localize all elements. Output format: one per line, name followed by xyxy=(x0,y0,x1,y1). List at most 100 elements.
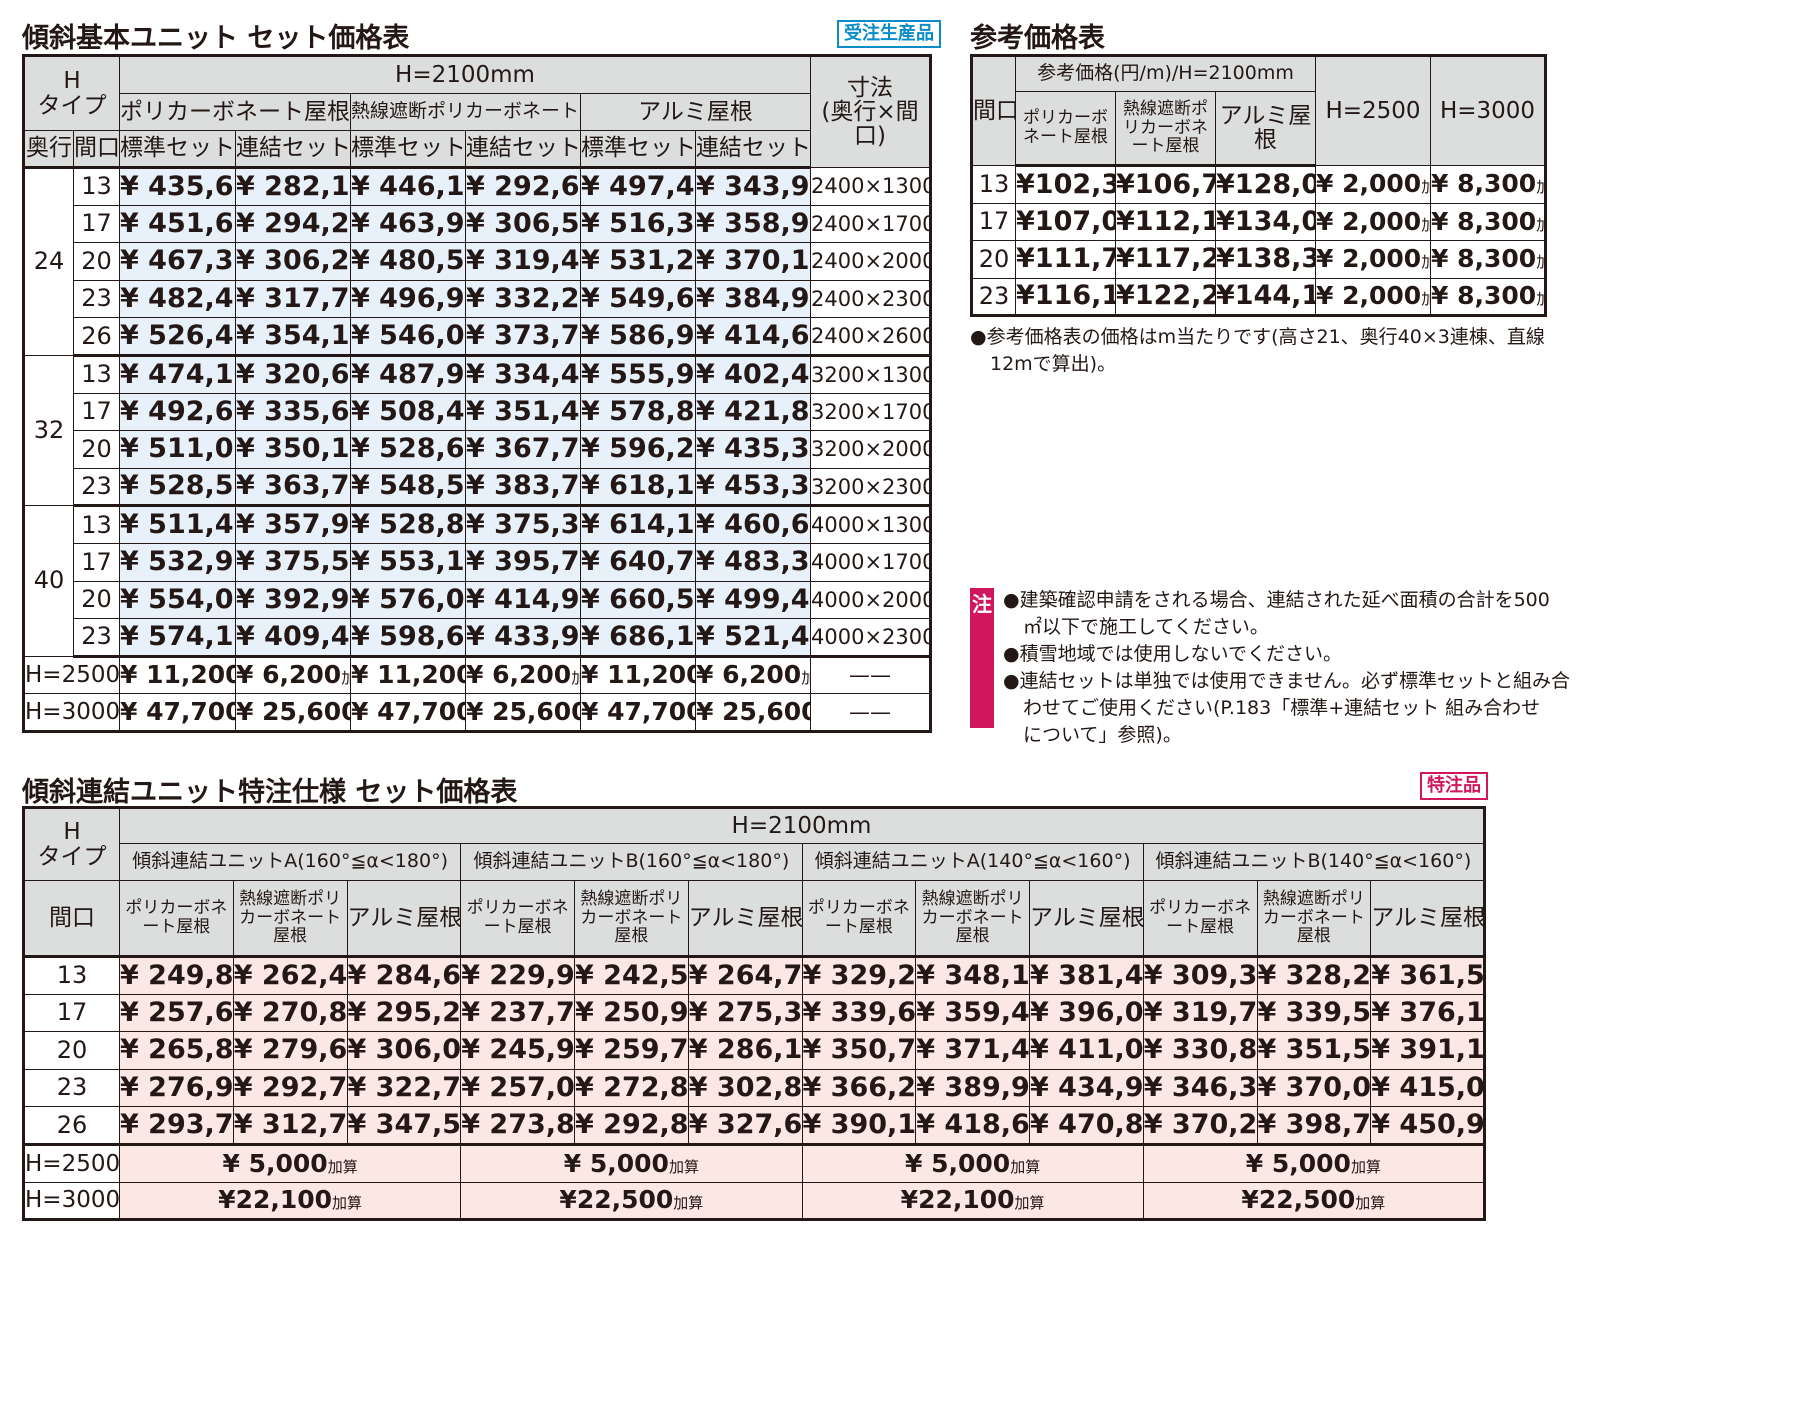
surcharge-cell: ¥ 47,700加算 xyxy=(350,693,466,732)
price-cell: ¥128,000 xyxy=(1215,165,1316,204)
width-cell: 17 xyxy=(23,993,120,1033)
price-cell: ¥ 528,600 xyxy=(350,430,466,469)
add-suffix: 加算 xyxy=(1010,1157,1041,1176)
price-cell: ¥ 265,800 xyxy=(119,1031,234,1070)
surcharge-cell: ¥ 2,000加算 xyxy=(1315,240,1431,279)
price-cell: ¥ 284,600 xyxy=(346,956,462,995)
section3-title: 傾斜連結ユニット特注仕様 セット価格表 xyxy=(22,777,518,808)
price-cell: ¥ 262,400 xyxy=(232,956,348,995)
h2100-header: H=2100mm xyxy=(119,807,1485,844)
height-option-label: H=2500 xyxy=(23,1143,120,1183)
price-cell: ¥112,100 xyxy=(1115,202,1216,241)
width-cell: 20 xyxy=(73,242,120,281)
price-cell: ¥ 327,600 xyxy=(687,1106,803,1146)
price-cell: ¥ 335,600 xyxy=(235,392,351,432)
price-cell: ¥134,000 xyxy=(1215,202,1316,241)
price-cell: ¥ 237,700 xyxy=(460,993,575,1033)
surcharge-cell-value: ¥ 11,200 xyxy=(581,660,696,690)
roof-header-heat-shield: 熱線遮断ポリカーボネート屋根 xyxy=(350,93,581,131)
price-cell: ¥ 376,100 xyxy=(1370,993,1485,1033)
price-cell: ¥144,100 xyxy=(1215,277,1316,316)
price-cell: ¥ 306,000 xyxy=(346,1031,462,1070)
price-cell: ¥ 435,600 xyxy=(119,167,236,206)
h3000-header: H=3000 xyxy=(1430,55,1546,166)
dimension-cell: 4000×2300 xyxy=(810,618,932,658)
price-cell: ¥ 398,700 xyxy=(1256,1106,1372,1146)
surcharge-cell: ¥ 47,700加算 xyxy=(119,693,236,732)
price-cell: ¥ 292,600 xyxy=(465,167,581,206)
width-cell: 13 xyxy=(73,505,120,544)
width-cell: 20 xyxy=(971,240,1016,279)
caution-line: ㎡以下で施工してください。 xyxy=(1023,616,1269,638)
dimension-cell: —— xyxy=(810,655,932,695)
roof-header: 熱線遮断ポリカーボネート屋根 xyxy=(915,880,1030,958)
surcharge-cell-value: ¥ 6,200 xyxy=(696,660,802,690)
price-cell: ¥ 414,900 xyxy=(465,580,581,620)
price-cell: ¥ 555,900 xyxy=(580,354,696,394)
reference-note: ●参考価格表の価格はm当たりです(高さ21、奥行40×3連棟、直線 12mで算出… xyxy=(970,324,1545,378)
surcharge-cell-value: ¥ 8,300 xyxy=(1431,206,1537,236)
dimension-cell: 2400×1700 xyxy=(810,204,932,244)
dimension-cell: 3200×1700 xyxy=(810,392,932,432)
surcharge-cell-value: ¥22,100 xyxy=(218,1185,333,1215)
width-cell: 20 xyxy=(73,580,120,620)
width-header: 間口 xyxy=(73,130,120,169)
price-cell: ¥ 497,400 xyxy=(580,167,696,206)
dimension-cell: 3200×1300 xyxy=(810,354,932,394)
price-cell: ¥ 294,200 xyxy=(235,204,351,244)
price-cell: ¥ 686,100 xyxy=(580,618,696,658)
price-cell: ¥ 351,500 xyxy=(1256,1031,1372,1070)
price-cell: ¥ 576,000 xyxy=(350,580,466,620)
h2500-header: H=2500 xyxy=(1315,55,1431,166)
price-cell: ¥ 351,400 xyxy=(465,392,581,432)
surcharge-cell-value: ¥ 47,700 xyxy=(120,696,236,726)
price-cell: ¥ 446,100 xyxy=(350,167,466,206)
width-cell: 17 xyxy=(73,204,120,244)
h-type-header: H タイプ xyxy=(23,807,120,881)
surcharge-cell: ¥22,100加算 xyxy=(118,1181,462,1221)
price-cell: ¥ 409,400 xyxy=(235,618,351,658)
price-cell: ¥ 483,300 xyxy=(694,542,812,582)
surcharge-cell: ¥ 6,200加算 xyxy=(465,655,581,695)
add-suffix: 加算 xyxy=(341,669,349,687)
price-cell: ¥ 389,900 xyxy=(915,1068,1030,1108)
surcharge-cell-value: ¥ 6,200 xyxy=(466,660,572,690)
surcharge-cell-value: ¥ 2,000 xyxy=(1316,244,1422,274)
special-order-badge: 特注品 xyxy=(1420,772,1488,800)
width-header: 間口 xyxy=(971,55,1016,166)
surcharge-cell: ¥ 6,200加算 xyxy=(235,655,351,695)
price-cell: ¥ 257,000 xyxy=(460,1068,575,1108)
price-cell: ¥ 411,000 xyxy=(1029,1031,1144,1070)
price-cell: ¥ 586,900 xyxy=(580,317,696,357)
price-cell: ¥ 549,600 xyxy=(580,279,696,319)
surcharge-cell-value: ¥ 25,600 xyxy=(466,696,581,726)
price-cell: ¥107,000 xyxy=(1015,202,1116,241)
price-cell: ¥ 276,900 xyxy=(119,1068,234,1108)
price-cell: ¥ 453,300 xyxy=(694,467,812,508)
unit-header: 傾斜連結ユニットA(140°≦α<160°) xyxy=(801,843,1144,881)
dimension-cell: 4000×1300 xyxy=(810,505,932,544)
price-cell: ¥ 578,800 xyxy=(580,392,696,432)
price-cell: ¥ 302,800 xyxy=(687,1068,803,1108)
price-cell: ¥ 433,900 xyxy=(465,618,581,658)
surcharge-cell-value: ¥ 2,000 xyxy=(1316,206,1422,236)
surcharge-cell-value: ¥22,100 xyxy=(900,1185,1015,1215)
caution-line: わせてご使用ください(P.183「標準+連結セット 組み合わせ xyxy=(1023,697,1541,719)
surcharge-cell: ¥ 2,000加算 xyxy=(1315,277,1431,316)
dimension-cell: 2400×1300 xyxy=(810,167,932,206)
price-cell: ¥ 250,900 xyxy=(574,993,689,1033)
surcharge-cell-value: ¥ 11,200 xyxy=(120,660,236,690)
price-cell: ¥ 492,600 xyxy=(119,392,236,432)
h2100-header: H=2100mm xyxy=(118,55,812,94)
price-cell: ¥ 435,300 xyxy=(694,430,812,469)
basic-unit-price-table: H タイプ H=2100mm 寸法 (奥行×間口) ポリカーボネート屋根 熱線遮… xyxy=(22,54,933,733)
surcharge-cell: ¥22,100加算 xyxy=(801,1181,1144,1221)
price-cell: ¥ 275,300 xyxy=(687,993,803,1033)
roof-header: アルミ屋根 xyxy=(687,880,803,958)
price-cell: ¥ 451,600 xyxy=(119,204,236,244)
add-suffix: 加算 xyxy=(1536,290,1544,308)
price-cell: ¥ 596,200 xyxy=(580,430,696,469)
dimension-cell: 2400×2600 xyxy=(810,317,932,357)
add-suffix: 加算 xyxy=(668,1157,699,1176)
price-cell: ¥ 640,700 xyxy=(580,542,696,582)
